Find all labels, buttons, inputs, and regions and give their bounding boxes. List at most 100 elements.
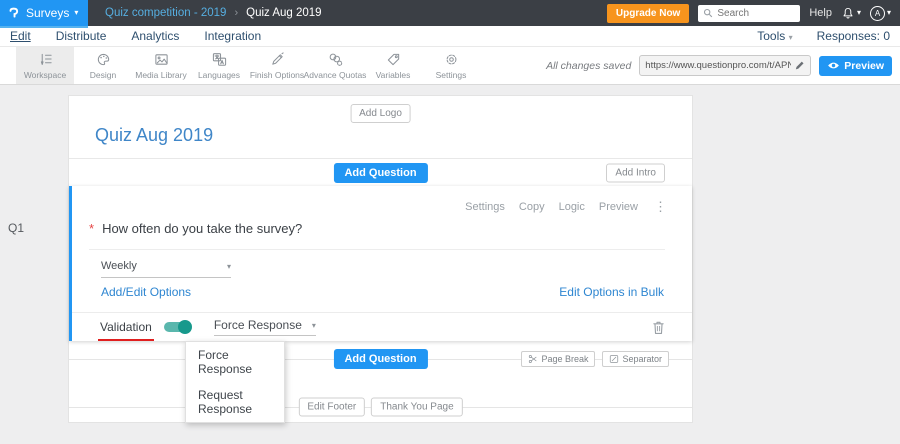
question-number-label: Q1 bbox=[8, 221, 25, 235]
survey-url-box bbox=[639, 55, 812, 76]
validation-toggle[interactable] bbox=[163, 320, 192, 334]
tool-finish-options[interactable]: Finish Options bbox=[248, 47, 306, 84]
validation-label: Validation bbox=[98, 320, 154, 341]
breadcrumb-current-survey: Quiz Aug 2019 bbox=[246, 7, 322, 19]
tool-workspace[interactable]: Workspace bbox=[16, 47, 74, 84]
chevron-down-icon: ▾ bbox=[886, 8, 891, 17]
tab-distribute[interactable]: Distribute bbox=[56, 29, 107, 43]
force-response-menu: Force Response Request Response bbox=[185, 341, 285, 423]
eye-icon bbox=[827, 61, 840, 70]
breadcrumb: Quiz competition - 2019 › Quiz Aug 2019 bbox=[105, 7, 322, 19]
add-edit-options-link[interactable]: Add/Edit Options bbox=[101, 285, 191, 299]
tag-icon bbox=[386, 52, 401, 67]
tool-advance-quotas[interactable]: Advance Quotas bbox=[304, 47, 366, 84]
pencil-icon[interactable] bbox=[794, 60, 805, 71]
questionpro-logo-icon bbox=[7, 6, 21, 21]
add-question-button-top[interactable]: Add Question bbox=[333, 162, 428, 183]
translate-icon bbox=[212, 52, 227, 67]
tab-integration[interactable]: Integration bbox=[204, 29, 261, 43]
tool-settings[interactable]: Settings bbox=[422, 47, 480, 84]
pen-icon bbox=[270, 51, 285, 67]
search-icon bbox=[703, 8, 713, 18]
global-search bbox=[698, 4, 801, 22]
add-logo-button[interactable]: Add Logo bbox=[350, 104, 411, 123]
breadcrumb-separator: › bbox=[234, 7, 239, 19]
survey-title[interactable]: Quiz Aug 2019 bbox=[95, 125, 213, 146]
chevron-down-icon: ▾ bbox=[856, 8, 861, 17]
product-name: Surveys bbox=[26, 6, 70, 20]
question-logic-link[interactable]: Logic bbox=[559, 201, 585, 213]
answer-dropdown-value: Weekly bbox=[101, 260, 137, 272]
force-response-value: Force Response bbox=[213, 318, 302, 332]
header-actions-row: Add Question Add Intro bbox=[69, 158, 692, 186]
menu-item-request-response[interactable]: Request Response bbox=[186, 382, 284, 422]
menu-item-force-response[interactable]: Force Response bbox=[186, 342, 284, 382]
tab-analytics[interactable]: Analytics bbox=[131, 29, 179, 43]
tool-design[interactable]: Design bbox=[74, 47, 132, 84]
workspace-icon bbox=[38, 52, 53, 67]
answer-dropdown[interactable]: Weekly ▾ bbox=[101, 260, 231, 278]
chevron-down-icon: ▾ bbox=[311, 320, 316, 330]
responses-count-link[interactable]: Responses: 0 bbox=[817, 29, 890, 43]
navrow-right-group: Tools ▾ Responses: 0 bbox=[757, 29, 890, 43]
between-questions-row: Add Question Page Break Separator bbox=[69, 341, 692, 376]
question-toolbar: Settings Copy Logic Preview ⋮ bbox=[465, 199, 667, 215]
kebab-menu-icon[interactable]: ⋮ bbox=[654, 199, 667, 215]
top-navbar: Surveys ▾ Quiz competition - 2019 › Quiz… bbox=[0, 0, 900, 26]
question-text-row[interactable]: * How often do you take the survey? bbox=[89, 221, 665, 250]
upgrade-now-button[interactable]: Upgrade Now bbox=[606, 3, 690, 23]
question-text: How often do you take the survey? bbox=[102, 221, 303, 236]
help-link[interactable]: Help bbox=[809, 7, 832, 19]
question-copy-link[interactable]: Copy bbox=[519, 201, 545, 213]
survey-header-section: Add Logo Quiz Aug 2019 bbox=[69, 96, 692, 158]
survey-nav-row: Edit Distribute Analytics Integration To… bbox=[0, 26, 900, 47]
survey-url-input[interactable] bbox=[645, 60, 792, 71]
question-settings-link[interactable]: Settings bbox=[465, 201, 505, 213]
topbar-right-group: Upgrade Now Help ▾ A ▾ bbox=[606, 3, 900, 23]
edit-options-in-bulk-link[interactable]: Edit Options in Bulk bbox=[559, 285, 664, 299]
tools-menu[interactable]: Tools ▾ bbox=[757, 29, 792, 43]
notifications-menu[interactable]: ▾ bbox=[841, 6, 861, 21]
delete-question-button[interactable] bbox=[652, 320, 665, 335]
separator-button[interactable]: Separator bbox=[602, 350, 669, 367]
bell-icon bbox=[841, 6, 855, 21]
thank-you-page-button[interactable]: Thank You Page bbox=[371, 397, 463, 417]
autosave-status: All changes saved bbox=[546, 59, 632, 72]
breadcrumb-folder-link[interactable]: Quiz competition - 2019 bbox=[105, 7, 226, 19]
gear-icon bbox=[444, 52, 459, 67]
options-links-row: Add/Edit Options Edit Options in Bulk bbox=[101, 285, 664, 299]
break-buttons-group: Page Break Separator bbox=[521, 350, 669, 367]
question-block-q1: Settings Copy Logic Preview ⋮ * How ofte… bbox=[69, 186, 692, 341]
tab-edit[interactable]: Edit bbox=[10, 29, 31, 43]
toolbar-right-group: All changes saved Preview bbox=[546, 47, 900, 84]
survey-page-card: Add Logo Quiz Aug 2019 Add Question Add … bbox=[68, 95, 693, 423]
palette-icon bbox=[96, 52, 111, 67]
avatar: A bbox=[869, 5, 885, 21]
force-response-dropdown[interactable]: Force Response ▾ bbox=[213, 318, 316, 336]
preview-button[interactable]: Preview bbox=[819, 55, 892, 76]
surveys-product-menu[interactable]: Surveys ▾ bbox=[0, 0, 88, 26]
chevron-down-icon: ▾ bbox=[74, 8, 79, 17]
add-intro-button[interactable]: Add Intro bbox=[606, 163, 665, 182]
tool-languages[interactable]: Languages bbox=[190, 47, 248, 84]
account-menu[interactable]: A ▾ bbox=[869, 5, 891, 21]
image-icon bbox=[154, 52, 169, 67]
editor-toolbar: Workspace Design Media Library Languages… bbox=[0, 47, 900, 85]
separator-icon bbox=[609, 354, 619, 364]
search-input[interactable] bbox=[717, 7, 796, 19]
editor-canvas: Q1 Add Logo Quiz Aug 2019 Add Question A… bbox=[0, 85, 900, 444]
tool-variables[interactable]: Variables bbox=[364, 47, 422, 84]
page-break-button[interactable]: Page Break bbox=[521, 350, 596, 367]
tool-media-library[interactable]: Media Library bbox=[132, 47, 190, 84]
footer-buttons-group: Edit Footer Thank You Page bbox=[298, 397, 463, 417]
chevron-down-icon: ▾ bbox=[226, 261, 231, 271]
quota-links-icon bbox=[328, 52, 343, 67]
validation-row: Validation Force Response ▾ bbox=[72, 312, 692, 341]
required-asterisk: * bbox=[89, 221, 95, 236]
question-preview-link[interactable]: Preview bbox=[599, 201, 638, 213]
chevron-down-icon: ▾ bbox=[788, 33, 793, 42]
toggle-knob bbox=[177, 320, 192, 334]
edit-footer-button[interactable]: Edit Footer bbox=[298, 397, 366, 417]
add-question-button-bottom[interactable]: Add Question bbox=[333, 348, 428, 369]
page-break-icon bbox=[528, 354, 538, 364]
